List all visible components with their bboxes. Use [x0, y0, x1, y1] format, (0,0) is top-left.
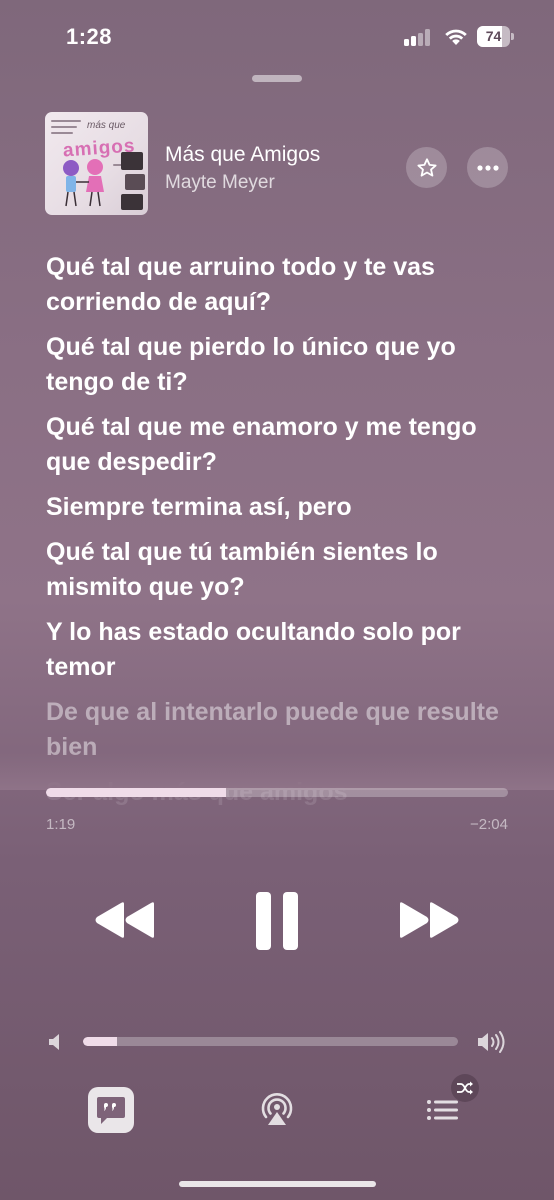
volume-slider[interactable]	[83, 1037, 458, 1046]
pause-button[interactable]	[249, 890, 305, 952]
lyric-line[interactable]: Qué tal que tú también sientes lo mismit…	[46, 535, 526, 605]
lyric-line[interactable]: Y lo has estado ocultando solo por temor	[46, 615, 526, 685]
star-icon	[416, 157, 437, 177]
artwork-figures	[63, 159, 104, 207]
volume-low-icon	[46, 1032, 66, 1052]
fast-forward-button[interactable]	[396, 895, 462, 945]
album-artwork[interactable]: más que amigos	[45, 112, 148, 215]
shuffle-indicator[interactable]	[451, 1074, 479, 1102]
pause-icon	[256, 892, 298, 950]
favorite-button[interactable]	[406, 147, 447, 188]
airplay-icon	[261, 1093, 293, 1125]
wifi-icon	[443, 26, 469, 46]
playback-progress-fill	[46, 788, 227, 797]
song-title[interactable]: Más que Amigos	[165, 143, 320, 167]
lyrics-view[interactable]: Qué tal que arruino todo y te vas corrie…	[46, 250, 526, 820]
shuffle-icon	[457, 1081, 473, 1095]
lyric-line[interactable]: Siempre termina así, pero	[46, 490, 526, 525]
home-indicator[interactable]	[179, 1181, 376, 1187]
artist-name[interactable]: Mayte Meyer	[165, 172, 275, 194]
status-time: 1:28	[66, 24, 113, 49]
rewind-button[interactable]	[92, 895, 158, 945]
airplay-button[interactable]	[258, 1090, 296, 1128]
battery-icon: 74	[477, 26, 515, 47]
remaining-time: −2:04	[470, 816, 508, 833]
lyrics-fade-overlay	[0, 752, 554, 790]
lyrics-quote-icon	[97, 1097, 125, 1124]
cellular-signal-icon	[404, 28, 434, 46]
artwork-subtitle: más que	[87, 120, 126, 131]
playback-scrubber[interactable]	[46, 788, 508, 797]
volume-fill	[83, 1037, 117, 1046]
elapsed-time: 1:19	[46, 816, 76, 833]
more-button[interactable]	[467, 147, 508, 188]
volume-high-icon	[476, 1030, 508, 1054]
lyric-line[interactable]: Qué tal que arruino todo y te vas corrie…	[46, 250, 526, 320]
lyrics-button[interactable]	[88, 1087, 134, 1133]
ellipsis-icon	[476, 164, 499, 171]
rewind-icon	[95, 902, 154, 938]
lyric-line[interactable]: Qué tal que me enamoro y me tengo que de…	[46, 410, 526, 480]
sheet-grabber[interactable]	[252, 75, 302, 82]
battery-level: 74	[485, 28, 502, 44]
lyric-line[interactable]: Qué tal que pierdo lo único que yo tengo…	[46, 330, 526, 400]
fast-forward-icon	[400, 902, 459, 938]
